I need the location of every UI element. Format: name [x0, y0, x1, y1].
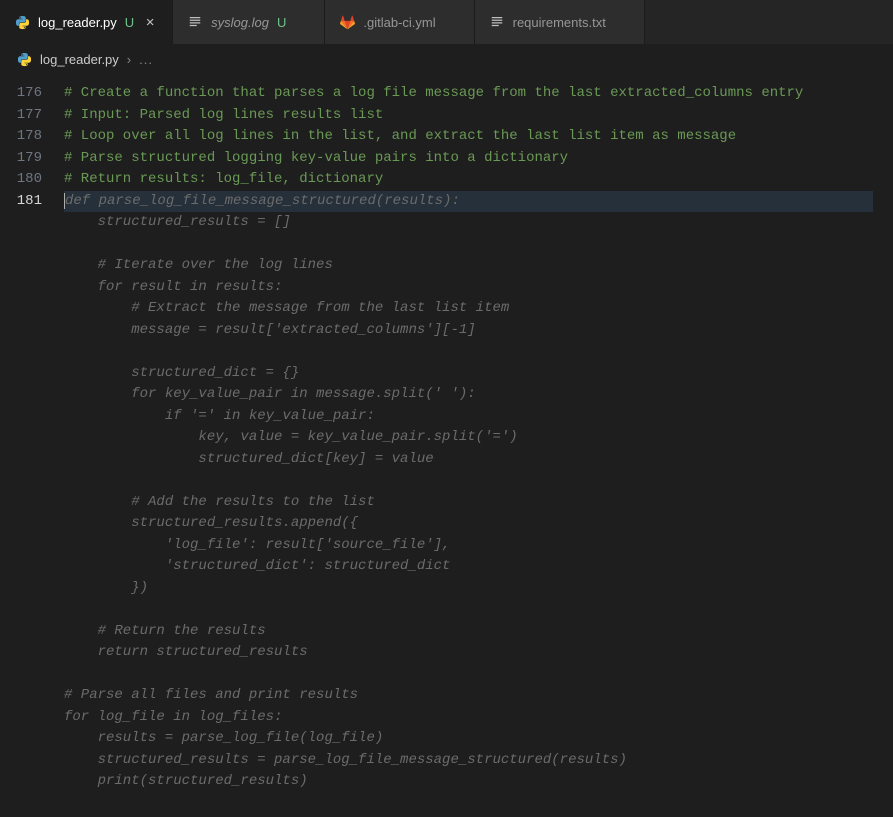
code-line[interactable]: structured_dict = {}	[64, 363, 873, 385]
tab-syslog-log[interactable]: syslog.logU×	[173, 0, 325, 44]
line-number	[0, 449, 42, 471]
breadcrumb[interactable]: log_reader.py › ...	[0, 45, 893, 73]
tab-label: requirements.txt	[513, 15, 606, 30]
breadcrumb-file[interactable]: log_reader.py	[40, 52, 119, 67]
line-number-gutter: 176177178179180181	[0, 73, 64, 817]
line-number	[0, 664, 42, 686]
breadcrumb-trail[interactable]: ...	[139, 52, 153, 67]
line-number	[0, 771, 42, 793]
tab-label: log_reader.py	[38, 15, 117, 30]
line-number: 178	[0, 126, 42, 148]
code-line[interactable]: if '=' in key_value_pair:	[64, 406, 873, 428]
code-content[interactable]: # Create a function that parses a log fi…	[64, 73, 893, 817]
tab-label: syslog.log	[211, 15, 269, 30]
gitlab-icon	[339, 14, 355, 30]
tab--gitlab-ci-yml[interactable]: .gitlab-ci.yml×	[325, 0, 474, 44]
editor-tabs: log_reader.py U × syslog.log U × .gitlab-ci.ym…	[0, 0, 893, 45]
line-number	[0, 427, 42, 449]
code-line[interactable]: structured_results = []	[64, 212, 873, 234]
code-line[interactable]	[64, 599, 873, 621]
line-number	[0, 341, 42, 363]
code-line[interactable]: 'structured_dict': structured_dict	[64, 556, 873, 578]
code-line[interactable]: })	[64, 578, 873, 600]
line-number: 176	[0, 83, 42, 105]
code-line[interactable]: # Iterate over the log lines	[64, 255, 873, 277]
code-line[interactable]: return structured_results	[64, 642, 873, 664]
code-line[interactable]: # Input: Parsed log lines results list	[64, 105, 873, 127]
line-number	[0, 363, 42, 385]
line-number	[0, 750, 42, 772]
code-line[interactable]	[64, 664, 873, 686]
line-number: 180	[0, 169, 42, 191]
minimap[interactable]	[881, 73, 893, 817]
code-line[interactable]: structured_results.append({	[64, 513, 873, 535]
tab-requirements-txt[interactable]: requirements.txt×	[475, 0, 645, 44]
python-icon	[14, 14, 30, 30]
code-line[interactable]: message = result['extracted_columns'][-1…	[64, 320, 873, 342]
line-number	[0, 470, 42, 492]
tab-label: .gitlab-ci.yml	[363, 15, 435, 30]
close-icon[interactable]: ×	[142, 15, 158, 30]
line-number	[0, 578, 42, 600]
code-line[interactable]: def parse_log_file_message_structured(re…	[64, 191, 873, 213]
vcs-status-letter: U	[277, 15, 286, 30]
code-line[interactable]: # Create a function that parses a log fi…	[64, 83, 873, 105]
line-number	[0, 685, 42, 707]
line-number	[0, 642, 42, 664]
vcs-status-letter: U	[125, 15, 134, 30]
code-line[interactable]	[64, 341, 873, 363]
line-number	[0, 728, 42, 750]
code-line[interactable]: # Parse structured logging key-value pai…	[64, 148, 873, 170]
code-line[interactable]: results = parse_log_file(log_file)	[64, 728, 873, 750]
line-number	[0, 599, 42, 621]
python-icon	[16, 51, 32, 67]
line-number	[0, 384, 42, 406]
code-editor[interactable]: 176177178179180181 # Create a function t…	[0, 73, 893, 817]
line-number	[0, 621, 42, 643]
line-number: 177	[0, 105, 42, 127]
line-number	[0, 535, 42, 557]
line-number: 181	[0, 191, 42, 213]
code-line[interactable]: # Add the results to the list	[64, 492, 873, 514]
code-line[interactable]: for key_value_pair in message.split(' ')…	[64, 384, 873, 406]
line-number	[0, 556, 42, 578]
chevron-right-icon: ›	[127, 52, 131, 67]
tab-log-reader-py[interactable]: log_reader.py U ×	[0, 0, 173, 44]
line-number	[0, 234, 42, 256]
code-line[interactable]: key, value = key_value_pair.split('=')	[64, 427, 873, 449]
code-line[interactable]: # Extract the message from the last list…	[64, 298, 873, 320]
code-line[interactable]	[64, 470, 873, 492]
code-line[interactable]: for result in results:	[64, 277, 873, 299]
code-line[interactable]: # Return the results	[64, 621, 873, 643]
line-number	[0, 255, 42, 277]
lines-icon	[489, 14, 505, 30]
code-line[interactable]: 'log_file': result['source_file'],	[64, 535, 873, 557]
code-line[interactable]: structured_dict[key] = value	[64, 449, 873, 471]
line-number	[0, 513, 42, 535]
line-number: 179	[0, 148, 42, 170]
code-line[interactable]: # Return results: log_file, dictionary	[64, 169, 873, 191]
line-number	[0, 406, 42, 428]
line-number	[0, 277, 42, 299]
code-line[interactable]: structured_results = parse_log_file_mess…	[64, 750, 873, 772]
code-line[interactable]: print(structured_results)	[64, 771, 873, 793]
line-number	[0, 707, 42, 729]
code-line[interactable]	[64, 234, 873, 256]
code-line[interactable]: # Parse all files and print results	[64, 685, 873, 707]
line-number	[0, 212, 42, 234]
line-number	[0, 492, 42, 514]
line-number	[0, 298, 42, 320]
lines-icon	[187, 14, 203, 30]
line-number	[0, 320, 42, 342]
code-line[interactable]: for log_file in log_files:	[64, 707, 873, 729]
code-line[interactable]: # Loop over all log lines in the list, a…	[64, 126, 873, 148]
